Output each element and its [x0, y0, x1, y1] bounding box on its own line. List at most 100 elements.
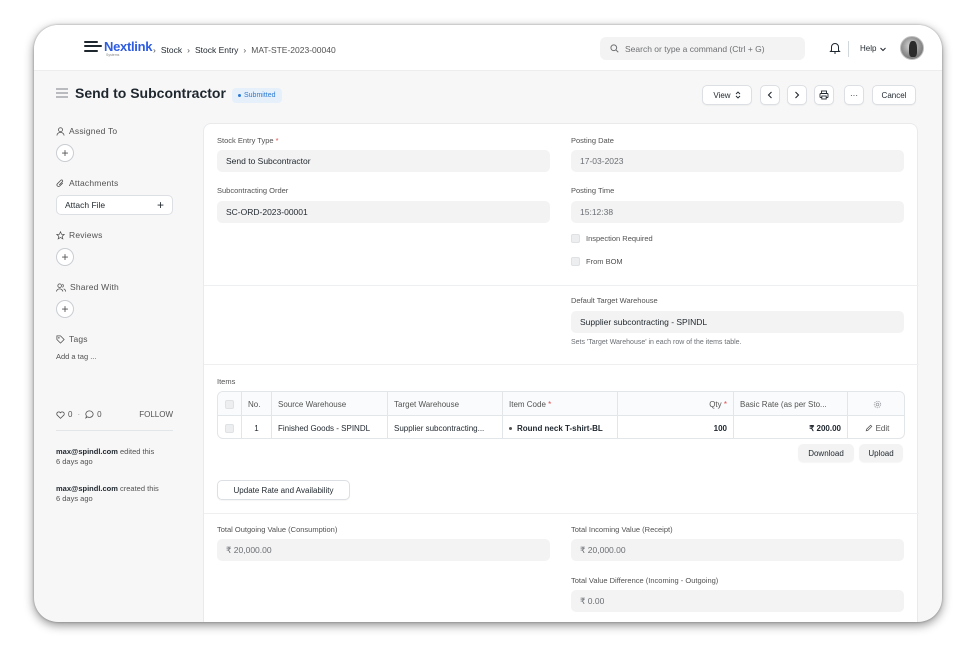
help-dropdown[interactable]: Help [860, 44, 887, 53]
total-outgoing-field[interactable]: ₹ 20,000.00 [217, 539, 550, 561]
breadcrumb-stock[interactable]: Stock [161, 45, 182, 55]
attachments-label: Attachments [56, 178, 118, 188]
gear-icon [873, 400, 881, 408]
reviews-label: Reviews [56, 230, 103, 240]
next-doc-button[interactable] [787, 85, 807, 105]
column-header-item-code: Item Code * [503, 392, 618, 416]
logo-mark-icon [84, 40, 102, 53]
more-actions-button[interactable]: ··· [844, 85, 864, 105]
logo-subtext: Systems [106, 53, 120, 57]
row-item-code[interactable]: Round neck T-shirt-BL [503, 416, 618, 438]
inspection-required-checkbox[interactable]: Inspection Required [571, 234, 653, 243]
breadcrumb-stock-entry[interactable]: Stock Entry [195, 45, 238, 55]
total-outgoing-label: Total Outgoing Value (Consumption) [217, 525, 338, 534]
plus-icon: + [61, 250, 69, 264]
follow-button[interactable]: FOLLOW [139, 410, 173, 419]
heart-icon[interactable] [56, 410, 65, 419]
checkbox-icon [225, 423, 234, 433]
breadcrumb-current-doc[interactable]: MAT-STE-2023-00040 [251, 45, 335, 55]
activity-time: 6 days ago [56, 494, 93, 503]
navbar-divider [848, 41, 849, 57]
add-share-button[interactable]: + [56, 300, 74, 318]
chevron-right-icon [795, 91, 800, 99]
download-button[interactable]: Download [798, 444, 854, 462]
inspection-required-label: Inspection Required [586, 234, 653, 243]
column-header-qty: Qty * [618, 392, 734, 416]
app-window: Nextlink Systems › Stock › Stock Entry ›… [34, 25, 942, 622]
status-dot-icon [509, 426, 512, 430]
sidebar-divider [56, 430, 173, 431]
add-review-button[interactable]: + [56, 248, 74, 266]
table-row[interactable]: 1 Finished Goods - SPINDL Supplier subco… [218, 416, 904, 438]
posting-time-field[interactable]: 15:12:38 [571, 201, 904, 223]
tag-icon [56, 334, 65, 344]
search-placeholder: Search or type a command (Ctrl + G) [625, 43, 765, 54]
search-bar[interactable]: Search or type a command (Ctrl + G) [600, 37, 805, 60]
row-edit-button[interactable]: Edit [848, 416, 904, 438]
row-checkbox[interactable] [218, 416, 242, 438]
row-source-warehouse[interactable]: Finished Goods - SPINDL [272, 416, 388, 438]
column-header-no: No. [242, 392, 272, 416]
column-header-target-warehouse: Target Warehouse [388, 392, 503, 416]
stock-entry-type-field[interactable]: Send to Subcontractor [217, 150, 550, 172]
engagement-counts: 0 · 0 [56, 410, 102, 419]
plus-icon: + [61, 146, 69, 160]
navbar: Nextlink Systems › Stock › Stock Entry ›… [34, 25, 942, 71]
user-avatar[interactable] [900, 36, 924, 60]
subcontracting-order-field[interactable]: SC-ORD-2023-00001 [217, 201, 550, 223]
previous-doc-button[interactable] [760, 85, 780, 105]
row-target-warehouse[interactable]: Supplier subcontracting... [388, 416, 503, 438]
page-title: Send to Subcontractor [75, 85, 226, 101]
column-settings-button[interactable] [848, 392, 904, 416]
row-qty[interactable]: 100 [618, 416, 734, 438]
print-button[interactable] [814, 85, 834, 105]
edit-label: Edit [875, 423, 890, 433]
checkbox-icon [571, 257, 580, 266]
printer-icon [819, 90, 829, 100]
update-rate-label: Update Rate and Availability [233, 485, 334, 495]
attach-file-button[interactable]: Attach File + [56, 195, 173, 215]
status-dot-icon [238, 94, 241, 97]
notification-bell-icon[interactable] [829, 41, 841, 54]
checkbox-icon [225, 399, 234, 409]
default-target-warehouse-field[interactable]: Supplier subcontracting - SPINDL [571, 311, 904, 333]
update-rate-button[interactable]: Update Rate and Availability [217, 480, 350, 500]
view-label: View [713, 90, 731, 100]
add-tag-link[interactable]: Add a tag ... [56, 352, 96, 362]
app-logo[interactable]: Nextlink Systems [84, 40, 152, 57]
breadcrumb: › Stock › Stock Entry › MAT-STE-2023-000… [148, 45, 336, 55]
posting-time-label: Posting Time [571, 186, 615, 195]
assigned-to-label: Assigned To [56, 126, 117, 136]
activity-item: max@spindl.com created this 6 days ago [56, 484, 176, 504]
activity-user[interactable]: max@spindl.com [56, 447, 118, 456]
value-difference-field[interactable]: ₹ 0.00 [571, 590, 904, 612]
cancel-button[interactable]: Cancel [872, 85, 916, 105]
view-button[interactable]: View [702, 85, 752, 105]
add-assignee-button[interactable]: + [56, 144, 74, 162]
shared-with-label: Shared With [56, 282, 119, 292]
sort-updown-icon [735, 91, 740, 99]
column-header-source-warehouse: Source Warehouse [272, 392, 388, 416]
total-incoming-field[interactable]: ₹ 20,000.00 [571, 539, 904, 561]
paperclip-icon [56, 179, 64, 187]
likes-count: 0 [68, 410, 73, 419]
pencil-icon [865, 424, 872, 432]
form-card: Stock Entry Type * Send to Subcontractor… [203, 123, 919, 622]
activity-user[interactable]: max@spindl.com [56, 484, 118, 493]
from-bom-checkbox[interactable]: From BOM [571, 257, 623, 266]
assigned-to-text: Assigned To [69, 126, 118, 136]
posting-date-field[interactable]: 17-03-2023 [571, 150, 904, 172]
default-target-warehouse-label: Default Target Warehouse [571, 296, 658, 305]
row-basic-rate[interactable]: ₹ 200.00 [734, 416, 848, 438]
stock-entry-type-label: Stock Entry Type * [217, 136, 279, 145]
social-row: 0 · 0 FOLLOW [56, 410, 173, 419]
upload-button[interactable]: Upload [859, 444, 903, 462]
comment-icon[interactable] [85, 410, 94, 419]
chevron-down-icon [880, 47, 887, 51]
comments-count: 0 [97, 410, 102, 419]
hamburger-menu-icon[interactable] [56, 88, 68, 98]
items-table: No. Source Warehouse Target Warehouse It… [217, 391, 905, 439]
select-all-checkbox[interactable] [218, 392, 242, 416]
shared-with-text: Shared With [70, 282, 119, 292]
from-bom-label: From BOM [586, 257, 623, 266]
